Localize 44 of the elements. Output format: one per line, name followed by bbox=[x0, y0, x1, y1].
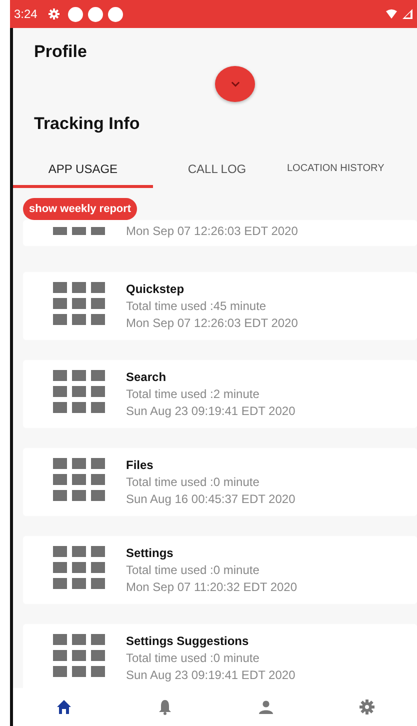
app-grid-icon bbox=[53, 370, 105, 414]
app-card[interactable]: Settings Suggestions Total time used :0 minute Sun Aug 23 09:19:41 EDT 2020 bbox=[23, 624, 417, 688]
usage-text: Total time used :2 minute bbox=[126, 387, 260, 401]
app-name: Settings bbox=[126, 546, 174, 560]
usage-text: Total time used :45 minute bbox=[126, 299, 268, 313]
wifi-icon bbox=[386, 9, 397, 19]
date-text: Sun Aug 16 00:45:37 EDT 2020 bbox=[126, 492, 296, 506]
date-text: Sun Aug 23 09:19:41 EDT 2020 bbox=[126, 668, 296, 682]
app-name: Files bbox=[126, 458, 154, 472]
app-card[interactable]: Settings Total time used :0 minute Mon Sep 07 11:20:32 EDT 2020 bbox=[23, 536, 417, 604]
notification-icon bbox=[108, 6, 124, 22]
usage-text: Total time used :0 minute bbox=[126, 651, 260, 665]
date-text: Mon Sep 07 12:26:03 EDT 2020 bbox=[126, 316, 298, 330]
settings-button[interactable] bbox=[356, 697, 376, 717]
app-card[interactable]: Search Total time used :2 minute Sun Aug 23 09:19:41 EDT 2020 bbox=[23, 360, 417, 428]
weekly-report-button[interactable]: show weekly report bbox=[23, 198, 138, 220]
app-grid-icon bbox=[53, 634, 105, 678]
app-name: Settings Suggestions bbox=[126, 634, 250, 648]
app-grid-icon bbox=[53, 458, 105, 502]
app-card[interactable]: Mon Sep 07 12:26:03 EDT 2020 bbox=[23, 220, 417, 246]
section-title: Tracking Info bbox=[33, 113, 141, 134]
app-name: Quickstep bbox=[126, 282, 186, 296]
app-grid-icon bbox=[53, 227, 105, 235]
app-grid-icon bbox=[53, 282, 105, 326]
notification-icon bbox=[88, 6, 104, 22]
tab[interactable]: APP USAGE bbox=[13, 152, 153, 188]
tab[interactable]: LOCATION HISTORY bbox=[281, 152, 417, 188]
app-card[interactable]: Quickstep Total time used :45 minute Mon Sep 07 12:26:03 EDT 2020 bbox=[23, 272, 417, 340]
app-name: Search bbox=[126, 370, 168, 384]
date-text: Sun Aug 23 09:19:41 EDT 2020 bbox=[126, 404, 296, 418]
gear-icon bbox=[48, 8, 60, 20]
notification-icon bbox=[68, 6, 84, 22]
date-text: Mon Sep 07 11:20:32 EDT 2020 bbox=[126, 580, 298, 594]
signal-icon bbox=[402, 9, 413, 19]
expand-button[interactable] bbox=[215, 66, 255, 102]
tab[interactable]: CALL LOG bbox=[153, 152, 281, 188]
usage-text: Total time used :0 minute bbox=[126, 475, 260, 489]
status-time: 3:24 bbox=[14, 7, 38, 21]
app-grid-icon bbox=[53, 546, 105, 590]
chevron-down-icon bbox=[230, 81, 240, 87]
usage-text: Total time used :0 minute bbox=[126, 563, 260, 577]
profile-title: Profile bbox=[33, 41, 88, 62]
app-card[interactable]: Files Total time used :0 minute Sun Aug 16 00:45:37 EDT 2020 bbox=[23, 448, 417, 516]
date-text: Mon Sep 07 12:26:03 EDT 2020 bbox=[126, 224, 298, 238]
